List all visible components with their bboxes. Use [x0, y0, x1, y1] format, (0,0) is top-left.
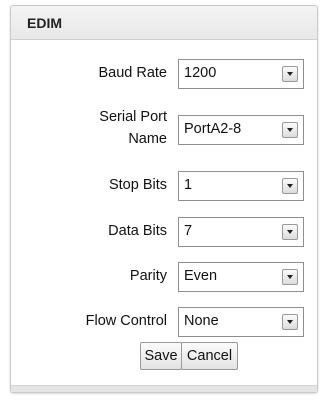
chevron-down-icon[interactable] [282, 224, 298, 240]
baud-rate-label: Baud Rate [98, 65, 167, 81]
edim-panel: EDIM Baud Rate 1200 Serial Port Name Por… [10, 5, 318, 393]
chevron-down-icon[interactable] [282, 66, 298, 82]
panel-title: EDIM [11, 6, 317, 40]
stop-bits-label: Stop Bits [108, 177, 167, 193]
serial-port-name-label-line2: Name [128, 131, 167, 147]
save-button[interactable]: Save [140, 342, 182, 370]
baud-rate-select[interactable]: 1200 [178, 59, 304, 89]
data-bits-value: 7 [184, 223, 193, 239]
chevron-down-icon[interactable] [282, 178, 298, 194]
chevron-down-icon[interactable] [282, 269, 298, 285]
parity-value: Even [184, 268, 218, 284]
chevron-down-icon[interactable] [282, 314, 298, 330]
stop-bits-value: 1 [184, 177, 193, 193]
baud-rate-value: 1200 [184, 65, 217, 81]
chevron-down-icon[interactable] [282, 122, 298, 138]
stop-bits-select[interactable]: 1 [178, 171, 304, 201]
panel-footer-bar [11, 385, 317, 392]
flow-control-value: None [184, 313, 219, 329]
data-bits-label: Data Bits [108, 223, 167, 239]
serial-port-name-select[interactable]: PortA2-8 [178, 115, 304, 145]
cancel-button[interactable]: Cancel [181, 342, 238, 370]
serial-port-name-label-line1: Serial Port [99, 109, 167, 125]
serial-port-name-value: PortA2-8 [184, 121, 242, 137]
data-bits-select[interactable]: 7 [178, 217, 304, 247]
flow-control-select[interactable]: None [178, 307, 304, 337]
parity-select[interactable]: Even [178, 262, 304, 292]
parity-label: Parity [129, 268, 167, 284]
flow-control-label: Flow Control [85, 313, 167, 329]
